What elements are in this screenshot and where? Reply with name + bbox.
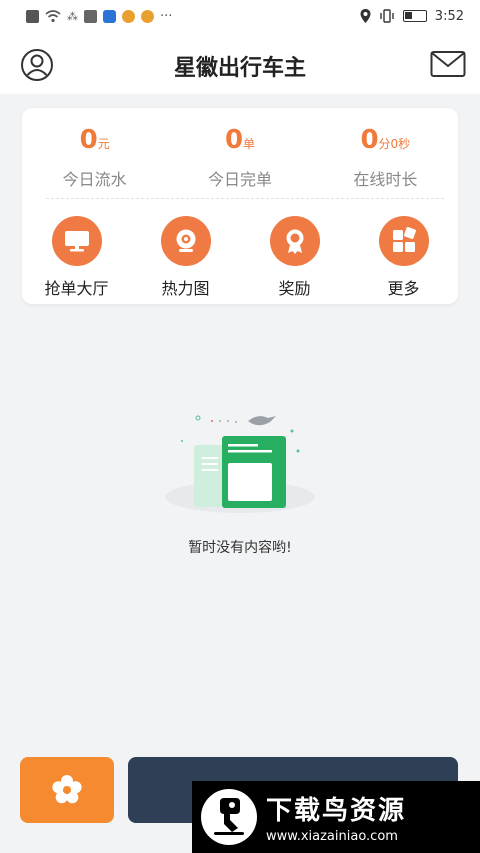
grid-icon <box>378 216 429 266</box>
action-heatmap[interactable]: 热力图 <box>131 216 240 299</box>
messages-button[interactable] <box>430 50 466 78</box>
empty-state-message: 暂时没有内容哟! <box>188 540 292 556</box>
app-header: 星徽出行车主 <box>0 32 480 94</box>
stat-today-orders: 0单 今日完单 <box>167 124 312 190</box>
clock: 3:52 <box>434 8 464 24</box>
stat-label: 今日完单 <box>207 170 272 189</box>
stat-value: 0 <box>360 125 379 155</box>
vibrate-icon <box>380 9 394 23</box>
stat-value: 0 <box>79 125 98 155</box>
watermark-url: www.xiazainiao.com <box>266 829 398 844</box>
stat-label: 在线时长 <box>353 170 418 189</box>
flower-gear-icon <box>52 775 82 804</box>
stat-unit: 单 <box>243 137 256 151</box>
notification-icons: ⁂ ··· <box>26 9 172 24</box>
stat-value: 0 <box>224 125 244 155</box>
watermark-title: 下载鸟资源 <box>266 796 407 826</box>
action-more[interactable]: 更多 <box>349 216 458 299</box>
monitor-icon <box>51 216 102 266</box>
empty-state-illustration <box>160 405 320 515</box>
stats-row: 0元 今日流水 0单 今日完单 0分0秒 在线时长 <box>22 124 458 190</box>
action-label: 热力图 <box>161 279 210 298</box>
watermark: 下载鸟资源 www.xiazainiao.com <box>192 781 480 853</box>
action-label: 奖励 <box>278 279 311 298</box>
bird-logo-icon <box>201 789 257 845</box>
dashed-divider <box>46 198 444 199</box>
alert-icon <box>26 9 39 23</box>
stat-today-revenue: 0元 今日流水 <box>22 124 167 190</box>
action-rewards[interactable]: 奖励 <box>240 216 349 299</box>
weibo-icon <box>122 9 135 23</box>
mail-notification-icon <box>84 9 97 23</box>
settings-button[interactable] <box>20 757 114 823</box>
stat-label: 今日流水 <box>62 170 127 189</box>
quick-actions: 抢单大厅 热力图 奖励 更多 <box>22 216 458 299</box>
wifi-icon <box>45 9 61 22</box>
page-title: 星徽出行车主 <box>173 56 306 81</box>
nfc-icon: ⁂ <box>67 9 78 23</box>
weibo-icon-2 <box>141 9 154 23</box>
stat-unit: 元 <box>97 137 110 151</box>
stat-online-time: 0分0秒 在线时长 <box>313 124 458 190</box>
location-icon <box>360 9 371 23</box>
dashboard-card: 0元 今日流水 0单 今日完单 0分0秒 在线时长 抢单大厅 热力图 奖励 更多 <box>22 108 458 304</box>
status-bar: ⁂ ··· 3:52 <box>0 0 480 32</box>
envelope-icon <box>430 51 466 77</box>
app-notification-icon <box>103 9 116 23</box>
battery-icon <box>402 10 427 22</box>
action-label: 抢单大厅 <box>44 279 109 298</box>
action-order-hall[interactable]: 抢单大厅 <box>22 216 131 299</box>
medal-icon <box>269 216 320 266</box>
camera-icon <box>160 216 211 266</box>
action-label: 更多 <box>387 279 420 298</box>
stat-unit: 分0秒 <box>378 137 411 151</box>
more-notifications: ··· <box>160 8 173 24</box>
system-icons: 3:52 <box>360 9 464 24</box>
